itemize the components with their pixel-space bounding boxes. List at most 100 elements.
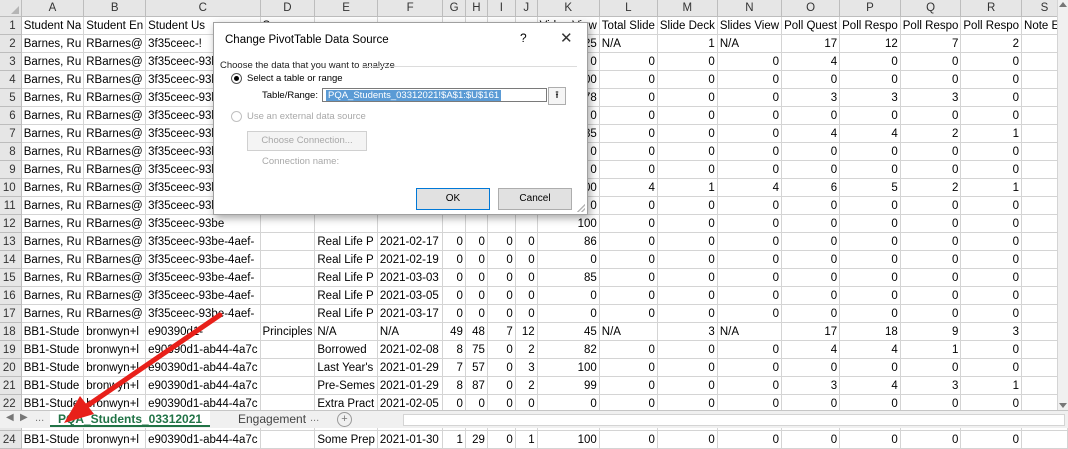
row-header[interactable]: 4 (0, 70, 22, 89)
cell[interactable]: 0 (960, 196, 1023, 215)
cell[interactable]: Student En (83, 16, 147, 35)
cell[interactable]: 0 (839, 268, 901, 287)
cell[interactable] (465, 214, 488, 233)
cell[interactable]: e90390d1- (145, 322, 261, 341)
cell[interactable]: BB1-Stude (21, 340, 85, 359)
cell[interactable]: 0 (487, 268, 516, 287)
cell[interactable]: 0 (960, 232, 1023, 251)
cell[interactable]: 0 (487, 340, 516, 359)
prev-sheet-icon[interactable]: ◀ (6, 412, 14, 423)
cell[interactable]: 0 (960, 304, 1023, 323)
cell[interactable]: 0 (781, 196, 841, 215)
cell[interactable]: 0 (657, 106, 718, 125)
resize-grip-icon[interactable] (577, 204, 585, 212)
cell[interactable]: 0 (465, 250, 488, 269)
row-header[interactable]: 7 (0, 124, 22, 143)
cell[interactable]: RBarnes@ (83, 88, 147, 107)
cell[interactable]: 0 (960, 70, 1023, 89)
cell[interactable]: Barnes, Ru (21, 214, 85, 233)
cell[interactable]: 0 (717, 376, 783, 395)
cell[interactable]: Borrowed (314, 340, 378, 359)
cell[interactable]: 0 (487, 232, 516, 251)
cell[interactable]: Barnes, Ru (21, 106, 85, 125)
vertical-scrollbar[interactable] (1057, 0, 1068, 410)
cell[interactable]: 6 (781, 178, 841, 197)
cell[interactable]: 4 (839, 340, 901, 359)
cell[interactable]: Real Life P (314, 232, 378, 251)
row-header[interactable]: 2 (0, 34, 22, 53)
cell[interactable]: 2021-01-29 (377, 358, 444, 377)
cell[interactable]: N/A (377, 322, 444, 341)
column-header-f[interactable]: F (377, 0, 444, 17)
cell[interactable]: 0 (657, 142, 718, 161)
cell[interactable]: Barnes, Ru (21, 304, 85, 323)
cell[interactable]: 100 (537, 430, 600, 449)
cell[interactable]: 0 (599, 106, 658, 125)
cell[interactable]: 0 (717, 214, 783, 233)
cell[interactable]: 0 (717, 70, 783, 89)
cell[interactable]: 82 (537, 340, 600, 359)
cell[interactable]: 7 (442, 358, 466, 377)
cell[interactable]: 0 (781, 358, 841, 377)
cell[interactable]: Poll Respo (839, 16, 901, 35)
cell[interactable]: 3 (781, 88, 841, 107)
cell[interactable]: 4 (839, 376, 901, 395)
close-icon[interactable]: ✕ (560, 29, 573, 47)
tab-pqa-students[interactable]: PQA_Students_03312021 (50, 411, 211, 427)
cell[interactable]: 0 (900, 304, 962, 323)
column-header-n[interactable]: N (717, 0, 783, 17)
help-button[interactable]: ? (520, 31, 527, 45)
cell[interactable]: N/A (717, 34, 783, 53)
row-header[interactable]: 8 (0, 142, 22, 161)
column-header-h[interactable]: H (465, 0, 488, 17)
cell[interactable]: 0 (537, 304, 600, 323)
cell[interactable] (260, 232, 316, 251)
cell[interactable]: 0 (442, 232, 466, 251)
column-header-r[interactable]: R (960, 0, 1023, 17)
cell[interactable]: 2 (900, 124, 962, 143)
horizontal-scrollbar[interactable] (403, 414, 1065, 426)
column-header-q[interactable]: Q (900, 0, 962, 17)
cell[interactable]: 17 (781, 322, 841, 341)
cell[interactable]: bronwyn+l (83, 322, 147, 341)
cell[interactable]: 0 (839, 232, 901, 251)
cell[interactable]: 0 (599, 304, 658, 323)
cell[interactable]: 0 (717, 304, 783, 323)
cell[interactable]: 45 (537, 322, 600, 341)
column-header-g[interactable]: G (442, 0, 466, 17)
cell[interactable]: 0 (717, 430, 783, 449)
cell[interactable]: RBarnes@ (83, 52, 147, 71)
cell[interactable] (487, 214, 516, 233)
cell[interactable]: 2021-01-29 (377, 376, 444, 395)
cell[interactable]: 0 (839, 286, 901, 305)
cell[interactable]: Barnes, Ru (21, 286, 85, 305)
cell[interactable]: 2021-03-03 (377, 268, 444, 287)
cell[interactable]: 0 (717, 124, 783, 143)
column-header-k[interactable]: K (537, 0, 600, 17)
row-header[interactable]: 9 (0, 160, 22, 179)
ok-button[interactable]: OK (416, 188, 490, 210)
row-header[interactable]: 6 (0, 106, 22, 125)
cell[interactable]: 0 (657, 232, 718, 251)
cell[interactable]: 2021-01-30 (377, 430, 444, 449)
cell[interactable]: Real Life P (314, 286, 378, 305)
cell[interactable]: Principles (260, 322, 316, 341)
cell[interactable]: 0 (657, 52, 718, 71)
cell[interactable]: 0 (717, 340, 783, 359)
cell[interactable]: RBarnes@ (83, 196, 147, 215)
cell[interactable]: 0 (839, 250, 901, 269)
cell[interactable]: 0 (599, 142, 658, 161)
cell[interactable]: N/A (599, 322, 658, 341)
cell[interactable]: 0 (717, 52, 783, 71)
cell[interactable]: Barnes, Ru (21, 160, 85, 179)
row-header[interactable]: 16 (0, 286, 22, 305)
cell[interactable]: Last Year's (314, 358, 378, 377)
cell[interactable]: 0 (442, 268, 466, 287)
cell[interactable]: 0 (781, 430, 841, 449)
cell[interactable]: 0 (717, 286, 783, 305)
column-header-l[interactable]: L (599, 0, 658, 17)
cell[interactable]: 1 (515, 430, 538, 449)
collapse-dialog-icon[interactable]: ⭱ (548, 87, 566, 105)
cell[interactable]: N/A (599, 34, 658, 53)
cell[interactable]: 2021-03-17 (377, 304, 444, 323)
